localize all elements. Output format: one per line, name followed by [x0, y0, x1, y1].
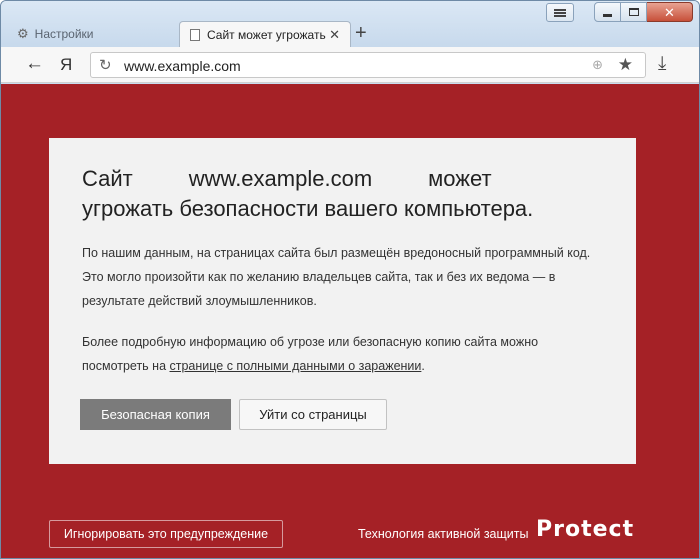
gear-icon: ⚙ [17, 26, 29, 41]
heading-line2: угрожать безопасности вашего компьютера. [82, 196, 534, 221]
protect-logo: Protect [536, 517, 635, 542]
browser-menu-button[interactable] [546, 3, 574, 22]
warning-description: По нашим данным, на страницах сайта был … [82, 246, 591, 308]
url-text[interactable]: www.example.com [124, 58, 241, 74]
reload-icon[interactable]: ↻ [99, 56, 112, 74]
ignore-warning-button[interactable]: Игнорировать это предупреждение [49, 520, 283, 548]
back-button[interactable]: ← [25, 53, 44, 75]
tab-label: Настройки [34, 27, 94, 41]
bookmark-star-icon[interactable]: ★ [618, 55, 633, 75]
tab-close-icon[interactable]: ✕ [329, 27, 340, 43]
yandex-button[interactable]: Я [60, 55, 72, 75]
maximize-icon [628, 8, 639, 16]
infection-details-link[interactable]: странице с полными данными о заражении [170, 359, 422, 373]
browser-window: ✕ ⚙ Настройки Сайт может угрожать ✕ + ← … [0, 0, 700, 559]
window-controls: ✕ [594, 2, 693, 22]
globe-icon: ⊕ [592, 57, 603, 72]
details-end: . [421, 359, 425, 373]
close-window-button[interactable]: ✕ [647, 2, 693, 22]
tab-label: Сайт может угрожать [207, 27, 326, 42]
close-icon: ✕ [664, 4, 675, 20]
minimize-icon [603, 13, 612, 17]
minimize-button[interactable] [594, 2, 621, 22]
download-icon[interactable]: ⤓ [658, 53, 666, 75]
heading-domain: www.example.com [188, 166, 373, 191]
warning-heading: Сайт www.example.com может угрожать безопа… [82, 164, 612, 224]
address-bar[interactable]: ↻ www.example.com ⊕ ★ [90, 52, 646, 78]
warning-details: Более подробную информацию об угрозе или… [82, 330, 602, 378]
safe-copy-button[interactable]: Безопасная копия [80, 399, 231, 430]
heading-prefix: Сайт [82, 166, 133, 191]
heading-suffix: может [428, 166, 492, 191]
toolbar: ← Я ↻ www.example.com ⊕ ★ ⤓ [1, 47, 699, 83]
tech-label: Технология активной защиты [358, 527, 529, 541]
maximize-button[interactable] [621, 2, 647, 22]
tab-warning[interactable]: Сайт может угрожать ✕ [179, 21, 351, 47]
tab-settings[interactable]: ⚙ Настройки [7, 21, 177, 47]
warning-card: Сайт www.example.com может угрожать безопа… [49, 138, 636, 464]
leave-page-button[interactable]: Уйти со страницы [239, 399, 387, 430]
menu-icon [554, 8, 566, 17]
new-tab-button[interactable]: + [355, 23, 367, 43]
warning-page: Сайт www.example.com может угрожать безопа… [1, 84, 699, 558]
page-icon [190, 28, 200, 41]
